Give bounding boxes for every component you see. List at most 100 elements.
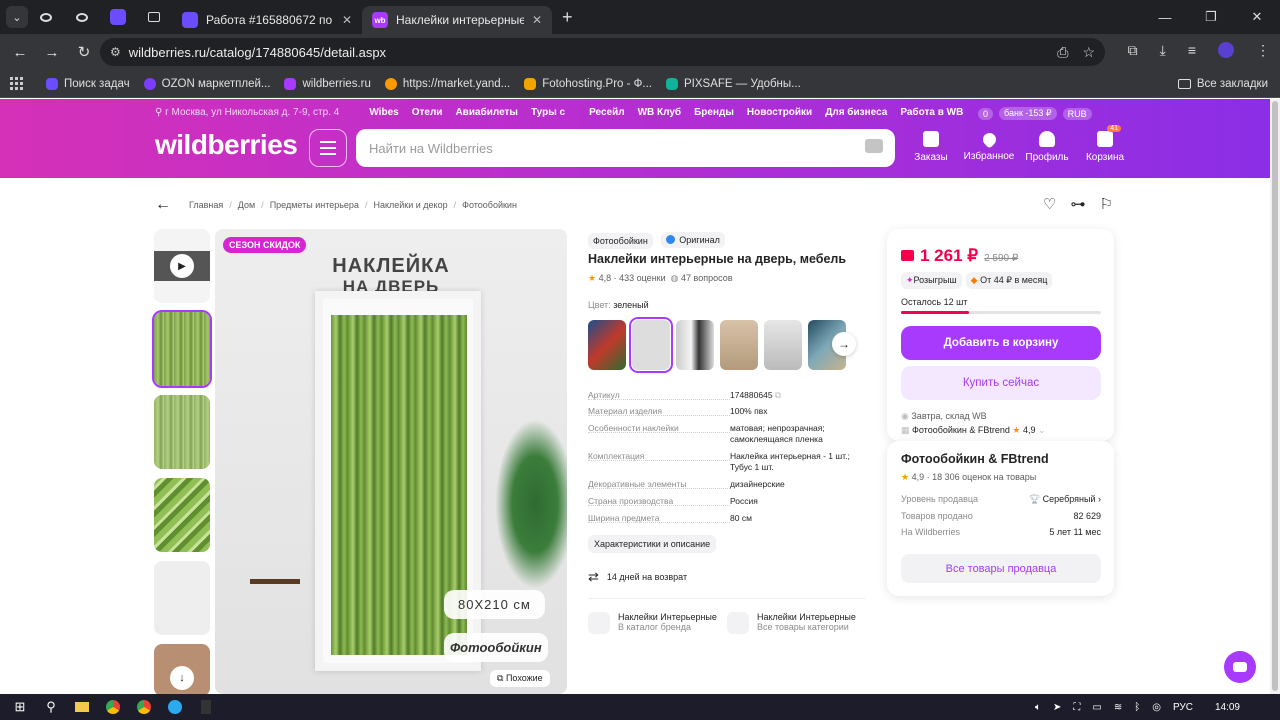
header-link[interactable]: Бренды [694, 107, 734, 118]
scroll-down-icon[interactable]: ↓ [170, 666, 194, 690]
header-link[interactable]: Новостройки [747, 107, 812, 118]
bookmark-star-icon[interactable]: ☆ [1082, 44, 1095, 61]
copy-icon[interactable]: ⧉ [775, 390, 781, 400]
breadcrumb-item[interactable]: Главная [189, 200, 223, 210]
clock[interactable]: 14:09 [1215, 702, 1240, 713]
all-seller-goods-button[interactable]: Все товары продавца [901, 554, 1101, 583]
breadcrumb-item[interactable]: Предметы интерьера [270, 200, 359, 210]
header-link[interactable]: Отели [412, 107, 443, 118]
reload-icon[interactable]: ↻ [70, 38, 98, 66]
chrome-icon[interactable] [102, 699, 124, 715]
forward-icon[interactable]: → [38, 38, 66, 66]
favorite-icon[interactable]: ♡ [1043, 195, 1056, 213]
brand-tag[interactable]: Фотообойкин [588, 233, 653, 249]
video-thumbnail[interactable]: ▶ [154, 229, 210, 303]
page-scrollbar[interactable] [1270, 99, 1280, 694]
product-main-image[interactable]: НАКЛЕЙКА НА ДВЕРЬ СЕЗОН СКИДОК 80X210 см… [215, 229, 567, 694]
image-thumbnail[interactable] [152, 310, 212, 388]
characteristics-button[interactable]: Характеристики и описание [588, 535, 717, 553]
minimize-icon[interactable]: — [1142, 0, 1188, 34]
seller-link[interactable]: ▦ Фотообойкин & FBtrend ★ 4,9 ⌄ [901, 424, 1046, 438]
delivery-location[interactable]: ⚲ г Москва, ул Никольская д. 7-9, стр. 4 [155, 107, 339, 118]
header-link[interactable]: Для бизнеса [825, 107, 887, 118]
wb-logo[interactable]: wildberries [155, 129, 298, 161]
volume-icon[interactable]: 🔈︎ [1035, 702, 1041, 713]
profile-avatar[interactable] [1218, 42, 1234, 58]
swatches-next-icon[interactable]: → [832, 332, 856, 356]
file-explorer-icon[interactable] [71, 699, 93, 715]
orders-link[interactable]: Заказы [905, 131, 957, 163]
pinned-tab-3[interactable] [100, 3, 136, 31]
share-link-icon[interactable]: ⊶ [1070, 195, 1085, 213]
cart-link[interactable]: 41 Корзина [1079, 125, 1131, 163]
bookmark-item[interactable]: https://market.yand... [384, 77, 510, 90]
telegram-icon[interactable] [164, 699, 186, 715]
header-link[interactable]: WB Клуб [638, 107, 682, 118]
back-icon[interactable]: ← [6, 38, 34, 66]
seller-name[interactable]: Фотообойкин & FBtrend [901, 452, 1049, 466]
breadcrumb-item[interactable]: Наклейки и декор [373, 200, 447, 210]
battery-icon[interactable]: ▭ [1092, 702, 1101, 713]
downloads-icon[interactable]: ⤓ [1160, 42, 1166, 59]
close-window-icon[interactable]: ✕ [1234, 0, 1280, 34]
buy-now-button[interactable]: Купить сейчас [901, 366, 1101, 400]
scroll-thumb[interactable] [1272, 101, 1278, 691]
favorites-link[interactable]: Избранное [963, 130, 1015, 163]
header-wallet[interactable]: 0 банк -153 ₽ RUB [978, 107, 1092, 120]
installment-chip[interactable]: ◆ От 44 ₽ в месяц [965, 272, 1053, 289]
back-arrow-icon[interactable]: ← [155, 196, 171, 214]
bookmark-item[interactable]: Fotohosting.Pro - Ф... [524, 77, 652, 90]
profile-link[interactable]: Профиль [1021, 131, 1073, 163]
header-link[interactable]: Ресейл [589, 107, 624, 118]
currency-pill[interactable]: RUB [1062, 107, 1092, 120]
all-bookmarks[interactable]: Все закладки [1177, 78, 1268, 90]
windows-start-icon[interactable]: ⊞ [9, 699, 31, 715]
camera-search-icon[interactable] [865, 139, 883, 153]
cast-icon[interactable]: ⎙ [1057, 44, 1068, 61]
catalog-menu-button[interactable] [309, 129, 347, 167]
bookmark-item[interactable]: OZON маркетплей... [143, 77, 270, 90]
tab-job[interactable]: Работа #165880672 по заказу ✕ [172, 6, 362, 34]
pinned-tab-2[interactable] [64, 3, 100, 31]
bookmark-item[interactable]: wildberries.ru [284, 77, 371, 90]
apps-grid-icon[interactable] [10, 76, 24, 91]
tab-wildberries[interactable]: wb Наклейки интерьерные на дв ✕ [362, 6, 552, 34]
chat-button[interactable] [1224, 651, 1256, 683]
report-icon[interactable]: ⚐ [1099, 195, 1112, 213]
menu-icon[interactable]: ⋮ [1256, 42, 1270, 59]
color-swatch[interactable] [720, 320, 758, 370]
chrome-tray-icon[interactable]: ◎ [1152, 702, 1161, 713]
search-icon[interactable]: ⚲ [40, 699, 62, 715]
color-swatch[interactable] [588, 320, 626, 370]
pinned-tab-1[interactable] [28, 3, 64, 31]
similar-button[interactable]: ⧉ Похожие [490, 670, 550, 687]
seller-level[interactable]: 🏆︎ Серебряный › [1029, 494, 1101, 505]
color-swatch[interactable] [629, 317, 673, 373]
telegram-tray-icon[interactable]: ➤ [1053, 702, 1061, 713]
media-icon[interactable]: ≡ [1188, 42, 1196, 59]
header-link[interactable]: Туры с [531, 107, 565, 118]
bookmark-item[interactable]: PIXSAFE — Удобны... [666, 77, 801, 90]
site-info-icon[interactable]: ⚙ [110, 45, 121, 59]
language-indicator[interactable]: РУС [1173, 702, 1193, 713]
image-thumbnail[interactable] [154, 478, 210, 552]
chrome-active-icon[interactable] [133, 699, 155, 715]
close-tab-icon[interactable]: ✕ [532, 13, 542, 27]
color-swatch[interactable] [676, 320, 714, 370]
image-thumbnail[interactable] [154, 561, 210, 635]
pinned-tab-4[interactable] [136, 3, 172, 31]
returns-info[interactable]: ⇄ 14 дней на возврат [588, 569, 687, 585]
search-input[interactable]: Найти на Wildberries [356, 129, 895, 167]
app-icon[interactable] [195, 699, 217, 715]
bookmark-item[interactable]: Поиск задач [46, 77, 130, 90]
raffle-chip[interactable]: ✦Розыгрыш [901, 272, 962, 289]
new-tab-button[interactable]: + [562, 7, 573, 28]
header-link[interactable]: Авиабилеты [455, 107, 518, 118]
header-link[interactable]: Wibes [369, 107, 398, 118]
tab-search-button[interactable]: ⌄ [6, 6, 28, 28]
maximize-icon[interactable]: ❐ [1188, 0, 1234, 34]
header-link[interactable]: Работа в WB [900, 107, 963, 118]
bluetooth-icon[interactable]: ᛒ [1134, 702, 1140, 713]
breadcrumb-item[interactable]: Дом [238, 200, 255, 210]
image-thumbnail[interactable] [154, 395, 210, 469]
